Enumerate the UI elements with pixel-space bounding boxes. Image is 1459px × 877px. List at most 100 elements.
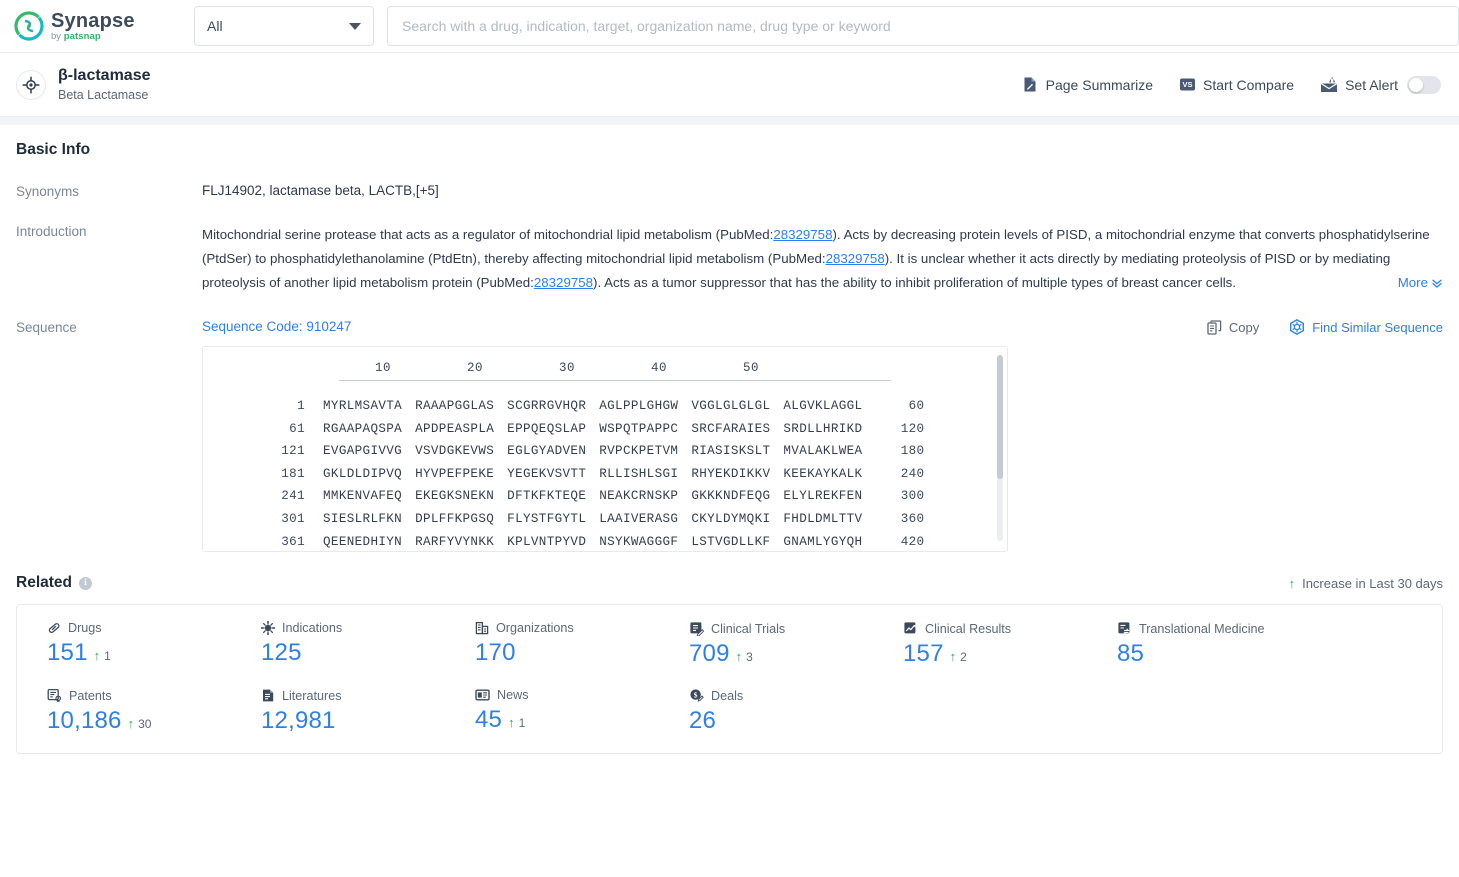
sequence-residues: EVGAPGIVVG VSVDGKEVWS EGLGYADVEN RVPCKPETVM… (323, 440, 862, 463)
basic-info-section: Basic Info Synonyms FLJ14902, lactamase … (0, 125, 1459, 552)
card-delta-value: 1 (104, 648, 111, 663)
related-card-clinical-trials[interactable]: Clinical Trials 709 ↑ 3 (659, 621, 873, 668)
sequence-residues: GKLDLDIPVQ HYVPEFPEKE YEGEKVSVTT RLLISHLSGI… (323, 463, 862, 486)
card-value-group: 151 ↑ 1 (47, 639, 231, 667)
svg-text:$: $ (694, 690, 698, 699)
related-card-drugs[interactable]: Drugs 151 ↑ 1 (17, 621, 231, 668)
brand-by: by (51, 30, 64, 42)
sequence-chunk: RHYEKDIKKV (691, 466, 771, 481)
sequence-scrollbar[interactable] (997, 355, 1003, 541)
related-card-deals[interactable]: $ Deals 26 (659, 688, 873, 735)
sequence-end-index: 420 (900, 534, 925, 549)
sequence-chunk: ELYLREKFEN (783, 489, 863, 504)
target-icon (16, 69, 46, 100)
card-value-group: 12,981 (261, 707, 445, 735)
pubmed-link-1[interactable]: 28329758 (773, 227, 832, 242)
pubmed-link-3[interactable]: 28329758 (534, 275, 593, 290)
sequence-chunk: EGLGYADVEN (507, 444, 587, 459)
svg-text:VS: VS (1183, 80, 1193, 89)
sequence-chunk: HYVPEFPEKE (415, 466, 495, 481)
trial-icon (689, 621, 704, 636)
copy-sequence-button[interactable]: Copy (1207, 320, 1259, 335)
ruler-baseline (339, 380, 891, 381)
sequence-chunk: LSTVGDLLKF (691, 534, 771, 549)
page-title: β-lactamase (58, 67, 151, 84)
sequence-chunk: RGAAPAQSPA (323, 421, 403, 436)
sequence-start-index: 301 (281, 511, 305, 526)
related-card-translational-medicine[interactable]: Translational Medicine 85 (1087, 621, 1301, 668)
card-header: Clinical Results (903, 621, 1087, 636)
set-alert-toggle[interactable] (1407, 75, 1441, 94)
sequence-chunk: DFTKFKTEQE (507, 489, 587, 504)
introduction-more-button[interactable]: More (1363, 271, 1443, 295)
ruler-tick: 20 (466, 361, 483, 375)
sequence-chunk: RVPCKPETVM (599, 444, 679, 459)
card-header: Drugs (47, 621, 231, 635)
search-scope-select[interactable]: All (194, 6, 374, 46)
brand-name: Synapse (51, 9, 135, 32)
sequence-chunk: LAAIVERASG (599, 511, 679, 526)
introduction-label: Introduction (16, 224, 87, 239)
sequence-chunk: VGGLGLGLGL (691, 399, 771, 413)
sequence-chunk: FLYSTFGYTL (507, 511, 587, 526)
info-icon[interactable]: i (79, 576, 92, 590)
sequence-chunk: NEAKCRNSKP (599, 489, 679, 504)
set-alert-button[interactable]: Set Alert (1320, 75, 1441, 94)
search-input[interactable] (402, 18, 1444, 34)
card-header: Patents (47, 688, 231, 703)
card-delta-value: 3 (746, 649, 753, 664)
synonyms-more-link[interactable]: [+5] (416, 183, 439, 198)
sequence-ruler: 10 20 30 40 50 (203, 361, 1007, 375)
card-count: 10,186 (47, 707, 122, 734)
global-search-wrapper[interactable] (387, 6, 1459, 46)
capsule-icon (47, 621, 61, 635)
sequence-end-index: 60 (908, 399, 925, 413)
sequence-chunk: SRCFARAIES (691, 421, 771, 436)
sequence-chunk: APDPEASPLA (415, 421, 495, 436)
related-card-organizations[interactable]: Organizations 170 (445, 621, 659, 668)
related-card-indications[interactable]: Indications 125 (231, 621, 445, 668)
arrow-up-icon: ↑ (949, 649, 957, 664)
start-compare-button[interactable]: VS Start Compare (1179, 77, 1294, 93)
brand-patsnap: patsnap (63, 30, 101, 42)
sequence-chunk: EPPQEQSLAP (507, 421, 587, 436)
sequence-end-index: 180 (900, 444, 925, 459)
card-delta: ↑ 30 (128, 717, 152, 731)
find-similar-sequence-button[interactable]: Find Similar Sequence (1289, 319, 1443, 336)
intro-part-4: ). Acts as a tumor suppressor that has t… (593, 275, 1237, 290)
introduction-text: Mitochondrial serine protease that acts … (202, 223, 1443, 295)
related-card-row: Patents 10,186 ↑ 30 Literatures 12,981 News 45 ↑… (17, 688, 1442, 735)
search-scope-value: All (207, 18, 223, 34)
related-card-literatures[interactable]: Literatures 12,981 (231, 688, 445, 735)
sequence-chunk: KPLVNTPYVD (507, 534, 587, 549)
sequence-code-link[interactable]: Sequence Code: 910247 (202, 319, 351, 334)
card-count: 26 (689, 707, 717, 734)
card-delta-value: 2 (960, 649, 967, 664)
card-value-group: 125 (261, 639, 445, 667)
card-delta-value: 1 (518, 715, 526, 730)
related-card-patents[interactable]: Patents 10,186 ↑ 30 (17, 688, 231, 735)
card-value-group: 709 ↑ 3 (689, 640, 873, 668)
increase-legend-label: Increase in Last 30 days (1302, 575, 1443, 591)
card-delta: ↑ 1 (508, 716, 525, 730)
sequence-start-index: 241 (281, 489, 305, 504)
card-header: Indications (261, 621, 445, 635)
card-header: Literatures (261, 688, 445, 703)
card-value-group: 85 (1117, 640, 1301, 668)
card-label: Drugs (68, 621, 102, 635)
card-header: Organizations (475, 621, 659, 635)
sequence-residues: RGAAPAQSPA APDPEASPLA EPPQEQSLAP WSPQTPAPPC… (323, 418, 862, 441)
sequence-viewer[interactable]: 10 20 30 40 50 1 MYRLMSAVTA RAAAPGGLAS SCGR… (202, 346, 1008, 552)
chevron-down-icon (349, 22, 361, 30)
increase-legend: ↑ Increase in Last 30 days (1289, 576, 1443, 591)
related-card-clinical-results[interactable]: Clinical Results 157 ↑ 2 (873, 621, 1087, 668)
pubmed-link-2[interactable]: 28329758 (826, 251, 885, 266)
sequence-chunk: ALGVKLAGGL (783, 399, 863, 413)
related-card-news[interactable]: News 45 ↑ 1 (445, 688, 659, 735)
introduction-more-label: More (1397, 275, 1428, 290)
sequence-chunk: SIESLRLFKN (323, 511, 403, 526)
brand-logo[interactable]: Synapse by patsnap (14, 11, 162, 42)
card-count: 85 (1117, 640, 1145, 667)
page-summarize-button[interactable]: Page Summarize (1022, 76, 1153, 93)
sequence-chunk: GNAMLYGYQH (783, 534, 863, 549)
